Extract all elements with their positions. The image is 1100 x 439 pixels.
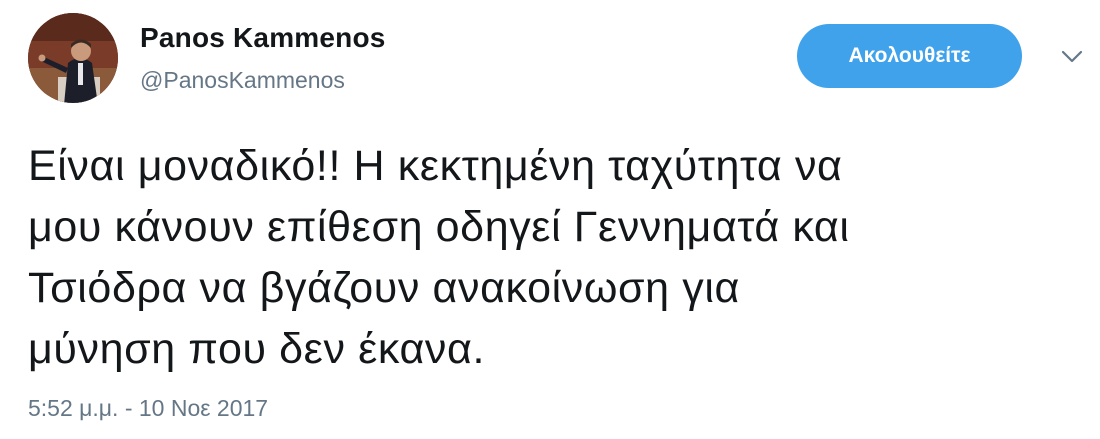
author-handle[interactable]: @PanosKammenos [140, 67, 345, 94]
tweet-text-line: μύνηση που δεν έκανα. [28, 325, 486, 373]
tweet-text-line: Είναι μοναδικό!! Η κεκτημένη ταχύτητα να [28, 142, 843, 190]
tweet-text-line: μου κάνουν επίθεση οδηγεί Γεννηματά και [28, 203, 850, 251]
chevron-down-icon [1061, 50, 1083, 63]
following-button[interactable]: Ακολουθείτε [797, 24, 1022, 88]
tweet-text: Είναι μοναδικό!! Η κεκτημένη ταχύτητα να… [28, 136, 1078, 380]
tweet-menu-button[interactable] [1058, 47, 1086, 67]
tweet-card: Panos Kammenos @PanosKammenos Ακολουθείτ… [0, 0, 1100, 439]
tweet-timestamp[interactable]: 5:52 μ.μ. - 10 Νοε 2017 [28, 395, 268, 422]
tweet-text-line: Τσιόδρα να βγάζουν ανακοίνωση για [28, 264, 740, 312]
avatar[interactable] [28, 13, 118, 103]
avatar-photo-icon [28, 13, 118, 103]
author-name[interactable]: Panos Kammenos [140, 22, 386, 54]
